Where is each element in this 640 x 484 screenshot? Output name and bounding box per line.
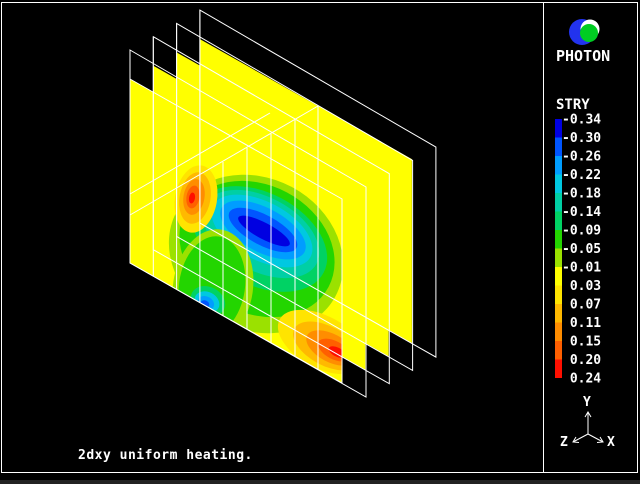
legend-tick-label: -0.09 [562,224,601,239]
legend-tick-label: -0.14 [562,205,601,220]
plot-caption: 2dxy uniform heating. [78,448,253,463]
legend-tick-label: -0.05 [562,242,601,257]
legend-tick-label: -0.34 [562,113,601,128]
legend-swatch [555,156,562,175]
legend-tick-label: -0.30 [562,131,601,146]
legend-tick-label: 0.07 [562,298,601,313]
legend-swatch [555,230,562,249]
legend-swatch [555,138,562,157]
legend-tick-label: -0.01 [562,261,601,276]
legend-swatch [555,119,562,138]
legend-swatch [555,249,562,268]
legend-swatch [555,286,562,305]
app-name: PHOTON [556,47,610,65]
legend-tick-label: 0.20 [562,353,601,368]
legend-swatch [555,304,562,323]
legend-swatch [555,360,562,379]
legend-tick-label: 0.11 [562,316,601,331]
z-axis-label: Z [560,435,568,450]
legend-swatch [555,267,562,286]
logo-green-ball [580,24,598,42]
legend-tick-label: -0.26 [562,150,601,165]
legend-tick-label: 0.15 [562,335,601,350]
legend-tick-label: -0.22 [562,168,601,183]
legend-tick-label: 0.24 [562,372,601,387]
legend-tick-label: 0.03 [562,279,601,294]
photon-canvas: PHOTON STRY -0.34 -0.30 -0.26 -0.22 -0.1… [0,0,640,480]
y-axis-label: Y [583,395,591,410]
legend: STRY -0.34 -0.30 -0.26 -0.22 -0.18 -0.14… [555,97,601,387]
legend-title: STRY [556,97,590,113]
legend-swatch [555,193,562,212]
legend-swatch [555,341,562,360]
photon-app-window: PHOTON STRY -0.34 -0.30 -0.26 -0.22 -0.1… [0,0,640,480]
legend-swatch [555,323,562,342]
legend-swatch [555,212,562,231]
legend-tick-label: -0.18 [562,187,601,202]
legend-swatch [555,175,562,194]
x-axis-label: X [607,435,615,450]
